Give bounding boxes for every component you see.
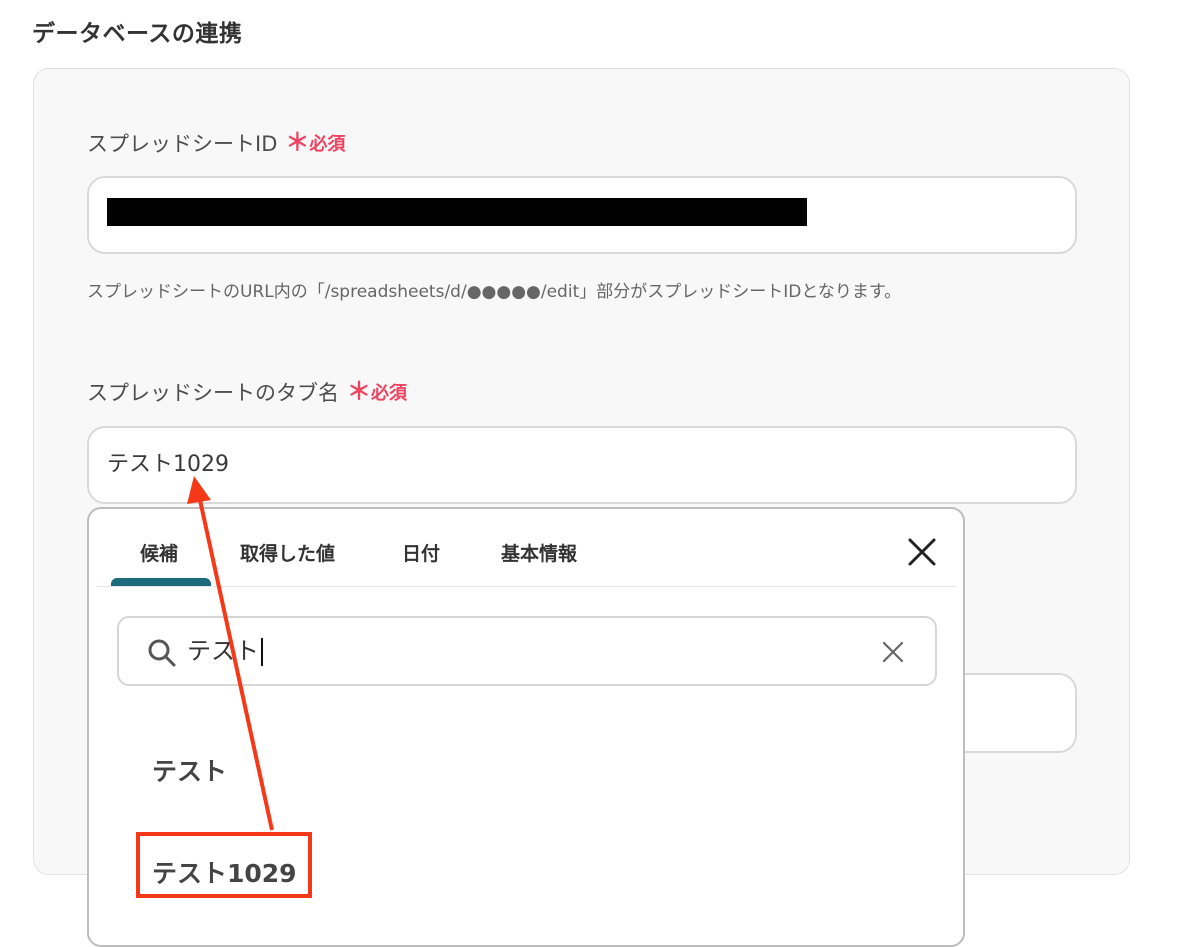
annotation-arrow [187,476,274,831]
